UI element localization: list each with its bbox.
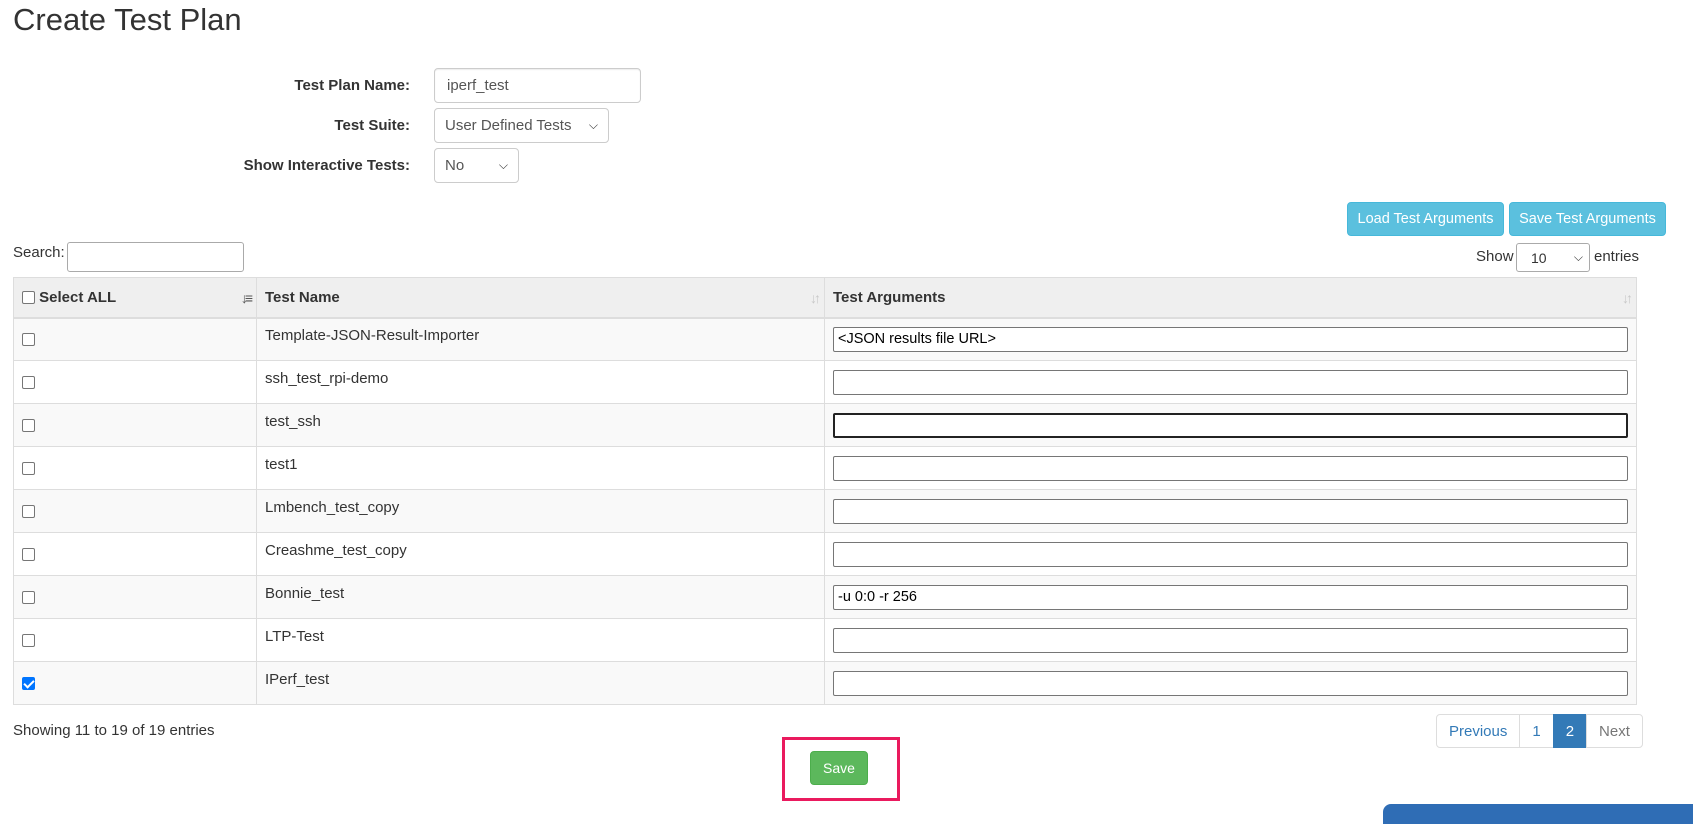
save-test-arguments-button[interactable]: Save Test Arguments <box>1509 202 1666 236</box>
test-arguments-input[interactable]: -u 0:0 -r 256 <box>833 584 1628 610</box>
table-row: Creashme_test_copy <box>13 532 1637 576</box>
table-row: Bonnie_test -u 0:0 -r 256 <box>13 575 1637 619</box>
interactive-select[interactable]: No ⌵ <box>434 148 519 183</box>
test-arguments-input[interactable] <box>833 670 1628 696</box>
test-table: Select ALL ↓≡ Test Name ↓↑ Test Argument… <box>13 277 1637 705</box>
row-checkbox[interactable] <box>22 634 35 648</box>
page-title: Create Test Plan <box>13 2 242 37</box>
test-name-cell: LTP-Test <box>265 627 324 645</box>
test-arguments-input[interactable] <box>833 455 1628 481</box>
test-arguments-input[interactable] <box>833 369 1628 395</box>
plan-name-input[interactable] <box>434 68 641 103</box>
test-name-cell: test1 <box>265 455 298 473</box>
pagination-next[interactable]: Next <box>1586 714 1643 748</box>
row-checkbox[interactable] <box>22 591 35 605</box>
save-button[interactable]: Save <box>810 751 868 785</box>
table-row: Lmbench_test_copy <box>13 489 1637 533</box>
table-header-row: Select ALL ↓≡ Test Name ↓↑ Test Argument… <box>13 277 1637 319</box>
test-suite-value: User Defined Tests <box>445 117 572 134</box>
table-info: Showing 11 to 19 of 19 entries <box>13 722 215 739</box>
test-name-header-label: Test Name <box>265 288 340 306</box>
table-row: ssh_test_rpi-demo <box>13 360 1637 404</box>
test-suite-label: Test Suite: <box>334 116 410 134</box>
sort-icon[interactable]: ↓↑ <box>810 290 821 306</box>
test-name-cell: ssh_test_rpi-demo <box>265 369 389 387</box>
select-all-label: Select ALL <box>39 288 117 306</box>
chevron-down-icon: ⌵ <box>498 158 508 172</box>
load-test-arguments-button[interactable]: Load Test Arguments <box>1347 202 1504 236</box>
interactive-value: No <box>445 157 465 174</box>
pagination-previous[interactable]: Previous <box>1436 714 1521 748</box>
search-input[interactable] <box>67 242 244 272</box>
pagination: Previous 1 2 Next <box>1436 714 1643 748</box>
page-length-value: 10 <box>1531 249 1547 266</box>
page-length-select[interactable]: 10 ⌵ <box>1516 243 1590 272</box>
test-arguments-input[interactable] <box>833 412 1628 438</box>
header-test-name[interactable]: Test Name ↓↑ <box>256 277 825 319</box>
row-checkbox[interactable] <box>22 376 35 390</box>
row-checkbox[interactable] <box>22 548 35 562</box>
test-arguments-input[interactable] <box>833 627 1628 653</box>
interactive-label: Show Interactive Tests: <box>243 156 410 174</box>
row-checkbox[interactable] <box>22 462 35 476</box>
table-row: IPerf_test <box>13 661 1637 705</box>
header-test-arguments[interactable]: Test Arguments ↓↑ <box>824 277 1637 319</box>
table-row: Template-JSON-Result-Importer <JSON resu… <box>13 317 1637 361</box>
header-select-all[interactable]: Select ALL ↓≡ <box>13 277 257 319</box>
row-checkbox[interactable] <box>22 419 35 433</box>
plan-name-label: Test Plan Name: <box>294 76 410 94</box>
footer-bar <box>1383 804 1693 824</box>
test-suite-select[interactable]: User Defined Tests ⌵ <box>434 108 609 143</box>
row-checkbox[interactable] <box>22 333 35 347</box>
table-row: test_ssh <box>13 403 1637 447</box>
search-label: Search: <box>13 244 65 261</box>
select-all-checkbox[interactable] <box>22 291 35 305</box>
test-name-cell: IPerf_test <box>265 670 330 688</box>
chevron-down-icon: ⌵ <box>1573 250 1583 264</box>
test-arguments-input[interactable]: <JSON results file URL> <box>833 326 1628 352</box>
pagination-page-2[interactable]: 2 <box>1552 714 1588 748</box>
test-arguments-header-label: Test Arguments <box>833 288 946 306</box>
test-name-cell: Template-JSON-Result-Importer <box>265 326 480 344</box>
entries-label: entries <box>1594 248 1640 265</box>
show-label: Show <box>1476 248 1514 265</box>
chevron-down-icon: ⌵ <box>588 118 598 132</box>
table-row: LTP-Test <box>13 618 1637 662</box>
row-checkbox[interactable] <box>22 505 35 519</box>
sort-desc-icon[interactable]: ↓≡ <box>241 290 253 306</box>
row-checkbox-checked[interactable] <box>22 677 35 691</box>
sort-icon[interactable]: ↓↑ <box>1622 290 1633 306</box>
test-name-cell: test_ssh <box>265 412 321 430</box>
test-arguments-input[interactable] <box>833 498 1628 524</box>
test-arguments-input[interactable] <box>833 541 1628 567</box>
test-name-cell: Lmbench_test_copy <box>265 498 400 516</box>
test-name-cell: Creashme_test_copy <box>265 541 407 559</box>
pagination-page-1[interactable]: 1 <box>1519 714 1554 748</box>
table-row: test1 <box>13 446 1637 490</box>
test-name-cell: Bonnie_test <box>265 584 345 602</box>
